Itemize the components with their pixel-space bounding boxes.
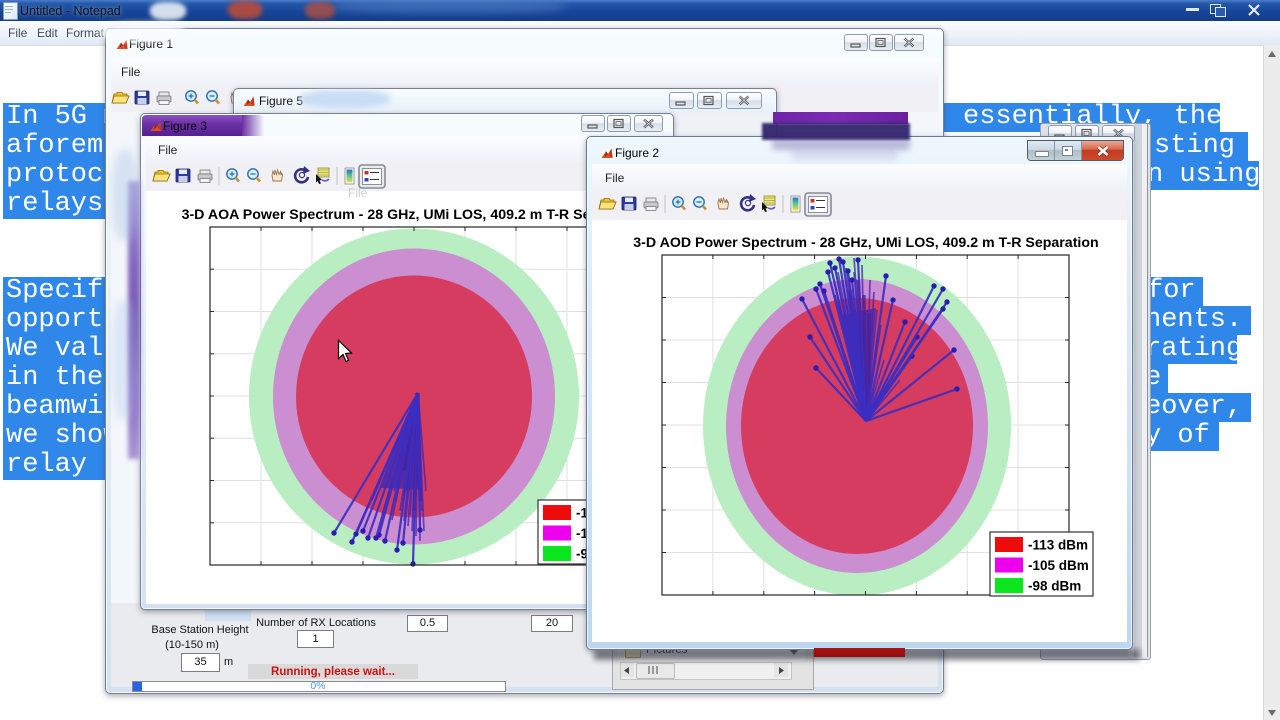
svg-text:3-D AOD Power Spectrum - 28 GH: 3-D AOD Power Spectrum - 28 GHz, UMi LOS… [633, 235, 1098, 251]
svg-text:3-D AOA Power Spectrum - 28 GH: 3-D AOA Power Spectrum - 28 GHz, UMi LOS… [182, 207, 647, 223]
svg-text:-105 dBm: -105 dBm [1028, 558, 1089, 573]
svg-text:-113 dBm: -113 dBm [1028, 538, 1088, 553]
svg-text:-98 dBm: -98 dBm [1028, 579, 1081, 594]
